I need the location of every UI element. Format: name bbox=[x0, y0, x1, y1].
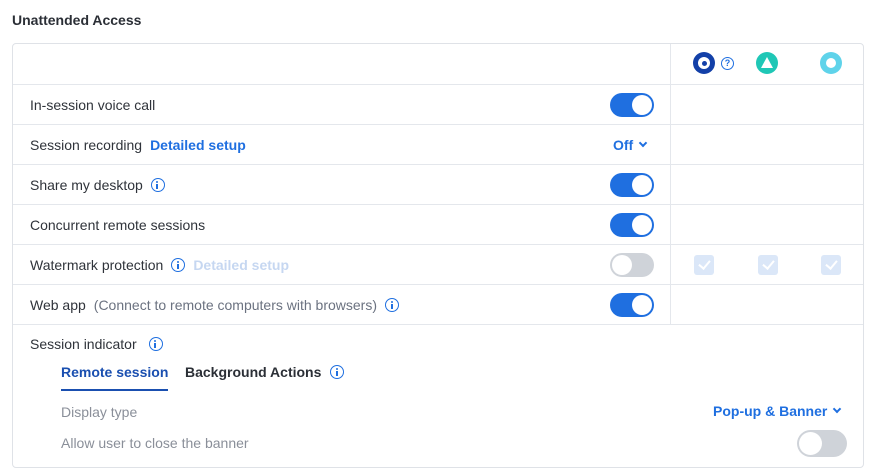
tab-background-actions[interactable]: Background Actions bbox=[185, 364, 345, 380]
mac-platform-icon bbox=[756, 52, 778, 74]
share-desktop-toggle[interactable] bbox=[610, 173, 654, 197]
linux-platform-icon bbox=[820, 52, 842, 74]
display-type-value: Pop-up & Banner bbox=[713, 403, 828, 419]
question-icon[interactable]: ? bbox=[721, 57, 734, 70]
allow-close-label: Allow user to close the banner bbox=[61, 435, 249, 451]
tab-background-actions-label: Background Actions bbox=[185, 364, 322, 380]
row-watermark: Watermark protection Detailed setup bbox=[13, 244, 863, 284]
voice-call-label: In-session voice call bbox=[30, 97, 156, 113]
session-recording-dropdown[interactable]: Off bbox=[613, 137, 648, 153]
row-concurrent-sessions: Concurrent remote sessions bbox=[13, 204, 863, 244]
display-type-dropdown[interactable]: Pop-up & Banner bbox=[713, 403, 842, 419]
info-icon[interactable] bbox=[148, 337, 163, 351]
voice-call-toggle[interactable] bbox=[610, 93, 654, 117]
windows-platform-icon bbox=[693, 52, 715, 74]
concurrent-sessions-label: Concurrent remote sessions bbox=[30, 217, 206, 233]
concurrent-sessions-toggle[interactable] bbox=[610, 213, 654, 237]
web-app-label: Web app bbox=[30, 297, 86, 313]
web-app-note: (Connect to remote computers with browse… bbox=[93, 297, 377, 313]
platform-header-row: ? bbox=[13, 44, 863, 84]
chevron-down-icon bbox=[638, 138, 648, 148]
section-title: Unattended Access bbox=[12, 12, 142, 28]
row-web-app: Web app (Connect to remote computers wit… bbox=[13, 284, 863, 324]
allow-close-toggle[interactable] bbox=[797, 430, 847, 457]
row-voice-call: In-session voice call bbox=[13, 84, 863, 124]
info-icon[interactable] bbox=[171, 258, 186, 272]
tab-remote-session[interactable]: Remote session bbox=[61, 364, 169, 391]
watermark-toggle[interactable] bbox=[610, 253, 654, 277]
row-share-desktop: Share my desktop bbox=[13, 164, 863, 204]
watermark-mac-checkbox[interactable] bbox=[758, 255, 778, 275]
info-icon[interactable] bbox=[385, 298, 399, 312]
session-recording-setup-link[interactable]: Detailed setup bbox=[150, 137, 246, 153]
settings-panel: ? In-session voice call Session recordin… bbox=[12, 43, 864, 468]
share-desktop-label: Share my desktop bbox=[30, 177, 143, 193]
chevron-down-icon bbox=[833, 404, 842, 414]
web-app-toggle[interactable] bbox=[610, 293, 654, 317]
session-recording-label: Session recording bbox=[30, 137, 143, 153]
info-icon[interactable] bbox=[330, 365, 345, 379]
watermark-linux-checkbox[interactable] bbox=[821, 255, 841, 275]
watermark-label: Watermark protection bbox=[30, 257, 164, 273]
watermark-setup-link[interactable]: Detailed setup bbox=[193, 257, 289, 273]
session-indicator-label: Session indicator bbox=[30, 336, 137, 352]
session-recording-value: Off bbox=[613, 137, 634, 153]
watermark-windows-checkbox[interactable] bbox=[694, 255, 714, 275]
row-session-recording: Session recording Detailed setup Off bbox=[13, 124, 863, 164]
info-icon[interactable] bbox=[150, 178, 165, 192]
display-type-label: Display type bbox=[61, 404, 138, 420]
